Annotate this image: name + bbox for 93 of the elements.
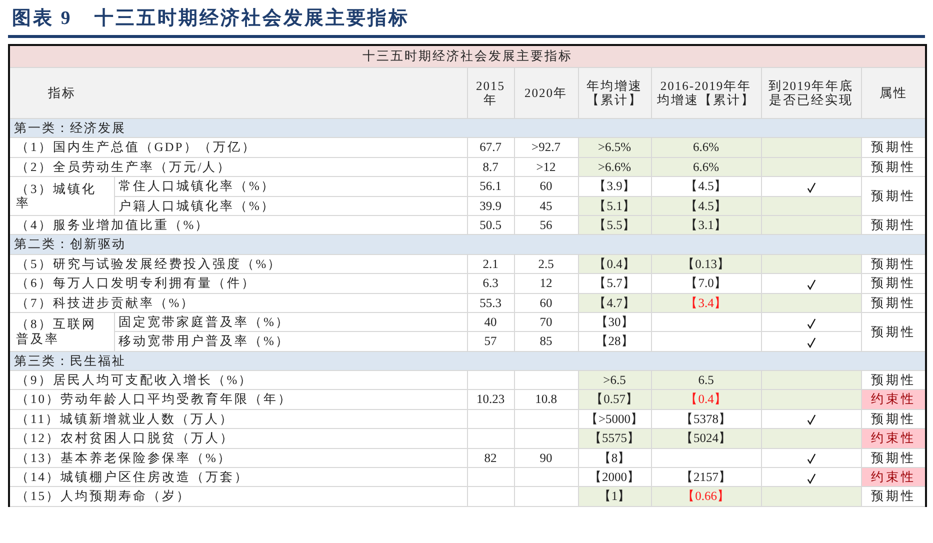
table-cell: （14）城镇棚户区住房改造（万套） (9, 468, 467, 487)
table-cell: （3）城镇化率 (9, 176, 114, 216)
column-header: 年均增速【累计】 (578, 68, 651, 118)
table-cell: 【4.5】 (651, 176, 761, 196)
table-cell: >6.6% (578, 157, 651, 177)
check-icon (806, 453, 816, 464)
table-cell: 户籍人口城镇化率（%） (114, 196, 467, 216)
table-cell: 2.1 (467, 254, 514, 274)
table-cell: 6.3 (467, 274, 514, 294)
column-header: 指标 (9, 68, 467, 118)
table-cell: 56.1 (467, 176, 514, 196)
table-cell: >6.5% (578, 138, 651, 158)
table-cell: 60 (514, 293, 578, 312)
table-cell: 85 (514, 332, 578, 352)
table-cell: 【5.1】 (578, 196, 651, 216)
table-cell: 约束性 (861, 428, 926, 448)
table-cell: 【5.5】 (578, 215, 651, 235)
table-cell: 【5.7】 (578, 274, 651, 294)
table-cell: 6.6% (651, 138, 761, 158)
table-cell: 【0.57】 (578, 390, 651, 410)
table-cell: 预期性 (861, 486, 926, 506)
table-cell: 预期性 (861, 138, 926, 158)
table-cell: 【0.66】 (651, 486, 761, 506)
table-cell: 82 (467, 448, 514, 468)
table-cell: 6.6% (651, 157, 761, 177)
table-cell: 移动宽带用户普及率（%） (114, 332, 467, 352)
table-cell: 【3.4】 (651, 293, 761, 312)
table-cell: （11）城镇新增就业人数（万人） (9, 409, 467, 429)
table-cell: 【0.4】 (578, 254, 651, 274)
table-cell: 12 (514, 274, 578, 294)
section-heading: 第三类：民生福祉 (9, 351, 926, 371)
table-cell: 10.23 (467, 390, 514, 410)
section-heading: 第一类：经济发展 (9, 118, 926, 138)
table-cell: （8）互联网普及率 (9, 312, 114, 352)
table-cell: （7）科技进步贡献率（%） (9, 293, 467, 312)
table-cell: 2.5 (514, 254, 578, 274)
table-cell: 【3.9】 (578, 176, 651, 196)
table-cell: 常住人口城镇化率（%） (114, 176, 467, 196)
table-cell: 【8】 (578, 448, 651, 468)
table-cell: （9）居民人均可支配收入增长（%） (9, 370, 467, 390)
table-cell: 55.3 (467, 293, 514, 312)
table-cell: （6）每万人口发明专利拥有量（件） (9, 274, 467, 294)
table-cell: 90 (514, 448, 578, 468)
section-heading: 第二类：创新驱动 (9, 234, 926, 254)
table-cell: 70 (514, 312, 578, 332)
check-icon (806, 318, 816, 329)
table-cell: 约束性 (861, 390, 926, 410)
table-title: 十三五时期经济社会发展主要指标 (9, 45, 926, 68)
table-cell: 40 (467, 312, 514, 332)
table-cell: 8.7 (467, 157, 514, 177)
table-cell: 固定宽带家庭普及率（%） (114, 312, 467, 332)
table-cell: （13）基本养老保险参保率（%） (9, 448, 467, 468)
table-cell: 【5024】 (651, 428, 761, 448)
table-cell: （2）全员劳动生产率（万元/人） (9, 157, 467, 177)
column-header: 2015年 (467, 68, 514, 118)
table-cell: 【4.7】 (578, 293, 651, 312)
table-cell: 预期性 (861, 274, 926, 294)
table-cell: 【4.5】 (651, 196, 761, 216)
column-header: 2020年 (514, 68, 578, 118)
table-cell: >92.7 (514, 138, 578, 158)
table-cell: 【0.13】 (651, 254, 761, 274)
table-cell: （10）劳动年龄人口平均受教育年限（年） (9, 390, 467, 410)
figure-label: 图表 9 (12, 6, 72, 30)
table-cell: 【30】 (578, 312, 651, 332)
table-cell: 57 (467, 332, 514, 352)
table-cell: 6.5 (651, 370, 761, 390)
table-cell: 60 (514, 176, 578, 196)
check-icon (806, 472, 816, 484)
table-cell: 67.7 (467, 138, 514, 158)
table-cell: >6.5 (578, 370, 651, 390)
check-icon (806, 414, 816, 426)
table-cell: （15）人均预期寿命（岁） (9, 486, 467, 506)
table-cell: 【3.1】 (651, 215, 761, 235)
check-icon (806, 336, 816, 348)
table-cell: 约束性 (861, 468, 926, 487)
table-cell: 45 (514, 196, 578, 216)
column-header: 2016-2019年年均增速【累计】 (651, 68, 761, 118)
table-cell: 【1】 (578, 486, 651, 506)
table-cell: 【28】 (578, 332, 651, 352)
column-header: 属性 (861, 68, 926, 118)
table-cell: 【0.4】 (651, 390, 761, 410)
table-cell: （12）农村贫困人口脱贫（万人） (9, 428, 467, 448)
figure-title: 十三五时期经济社会发展主要指标 (94, 6, 410, 30)
table-cell: （5）研究与试验发展经费投入强度（%） (9, 254, 467, 274)
table-cell: （1）国内生产总值（GDP）（万亿） (9, 138, 467, 158)
table-cell: 【7.0】 (651, 274, 761, 294)
table-cell: 39.9 (467, 196, 514, 216)
check-icon (806, 182, 816, 193)
check-icon (806, 278, 816, 290)
column-header: 到2019年年底是否已经实现 (761, 68, 861, 118)
table-cell: 10.8 (514, 390, 578, 410)
table-cell: 【5575】 (578, 428, 651, 448)
table-cell: >12 (514, 157, 578, 177)
